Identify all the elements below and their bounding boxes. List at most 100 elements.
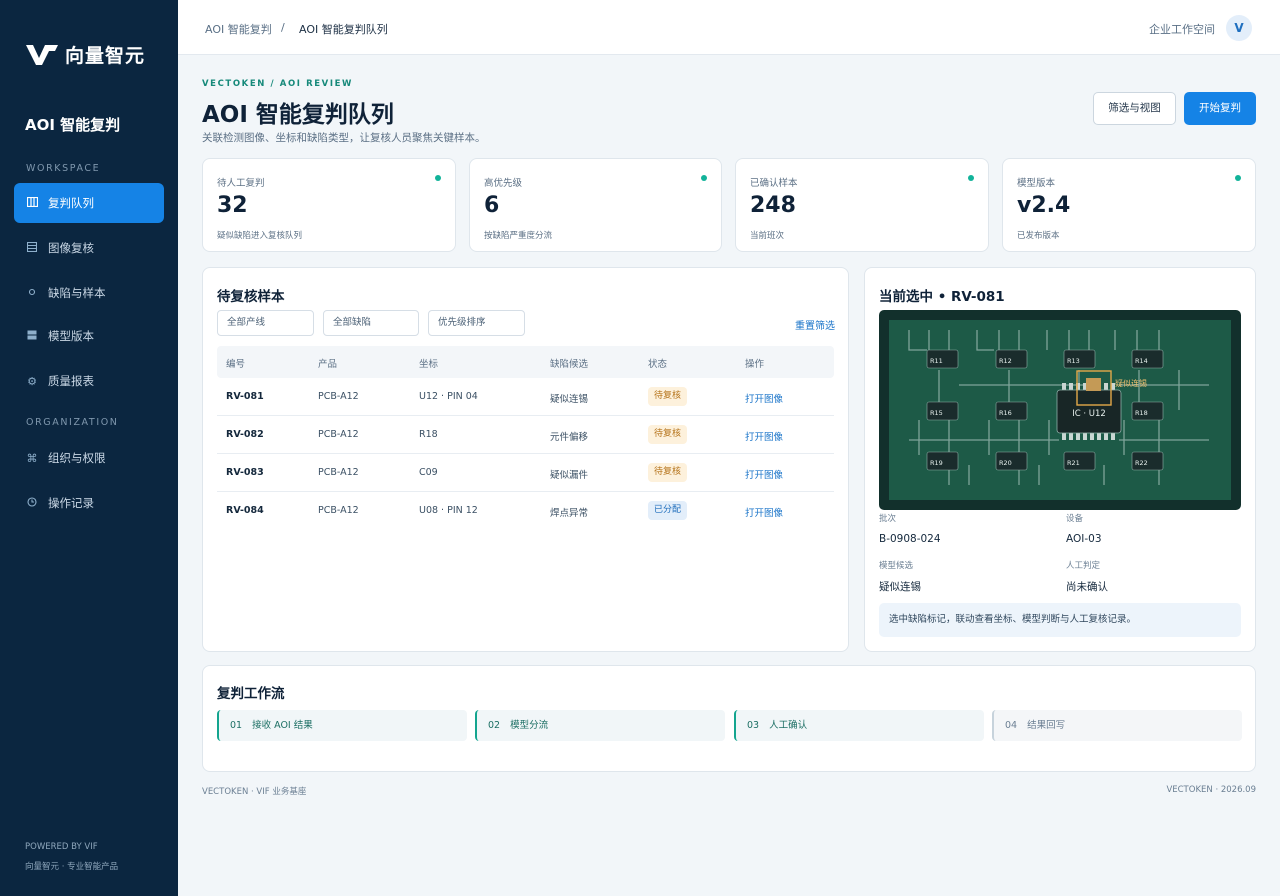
column-header: 产品: [318, 359, 338, 370]
breadcrumb-current: AOI 智能复判队列: [299, 23, 388, 36]
sidebar-item-label: 复判队列: [48, 196, 94, 210]
workflow-step-manual-confirm[interactable]: 03 人工确认: [734, 710, 984, 741]
brand-name: 向量智元: [65, 45, 146, 67]
sidebar-item-image-review[interactable]: 图像复核: [14, 228, 164, 268]
step-label: 接收 AOI 结果: [252, 720, 313, 731]
reset-filters-link[interactable]: 重置筛选: [795, 317, 835, 332]
open-image-link[interactable]: 打开图像: [745, 429, 783, 443]
sidebar-item-review-queue[interactable]: 复判队列: [14, 183, 164, 223]
table-row[interactable]: RV-081 PCB-A12 U12 · PIN 04 疑似连锡 待复核 打开图…: [217, 378, 834, 416]
row-coordinate: U12 · PIN 04: [419, 391, 478, 402]
row-coordinate: C09: [419, 467, 438, 478]
sidebar-item-operation-log[interactable]: 操作记录: [14, 483, 164, 523]
priority-sort-select[interactable]: 优先级排序: [428, 310, 525, 336]
sidebar-item-label: 缺陷与样本: [48, 286, 106, 300]
table-row[interactable]: RV-084 PCB-A12 U08 · PIN 12 焊点异常 已分配 打开图…: [217, 492, 834, 530]
logo-v-icon: [26, 44, 58, 65]
sidebar-item-label: 模型版本: [48, 329, 94, 343]
row-product: PCB-A12: [318, 429, 359, 440]
topbar: AOI 智能复判 / AOI 智能复判队列 企业工作空间 V: [178, 0, 1280, 55]
stat-card-model: 模型版本 v2.4 已发布版本: [1002, 158, 1256, 252]
step-number: 02: [488, 720, 501, 731]
workflow-step-write-back[interactable]: 04 结果回写: [992, 710, 1242, 741]
stat-card-priority: 高优先级 6 按缺陷严重度分流: [469, 158, 722, 252]
device-value: AOI-03: [1066, 533, 1102, 545]
step-label: 结果回写: [1027, 720, 1066, 731]
gear-icon: ⚙: [27, 374, 37, 388]
row-defect: 元件偏移: [550, 432, 589, 443]
column-header: 状态: [648, 359, 668, 370]
workflow-title: 复判工作流: [217, 686, 285, 702]
image-list-icon: [26, 241, 38, 255]
open-image-link[interactable]: 打开图像: [745, 505, 783, 519]
breadcrumb-root[interactable]: AOI 智能复判: [205, 21, 272, 37]
stat-label: 模型版本: [1017, 178, 1056, 189]
component-label: R19: [930, 459, 943, 467]
batch-value: B-0908-024: [879, 533, 941, 545]
grid-icon: [26, 330, 38, 343]
row-coordinate: U08 · PIN 12: [419, 505, 478, 516]
stat-card-pending: 待人工复判 32 疑似缺陷进入复核队列: [202, 158, 456, 252]
sidebar-item-label: 组织与权限: [48, 451, 106, 465]
stat-card-confirmed: 已确认样本 248 当前班次: [735, 158, 989, 252]
queue-title: 待复核样本: [217, 289, 285, 305]
component-label: R11: [930, 357, 943, 365]
workflow-step-receive[interactable]: 01 接收 AOI 结果: [217, 710, 467, 741]
start-review-button[interactable]: 开始复判: [1184, 92, 1256, 125]
status-dot-icon: [435, 175, 441, 181]
row-product: PCB-A12: [318, 391, 359, 402]
pcb-inspection-image[interactable]: R11 R12 R13 R14 R15 R16 R18 R19 R20 R21 …: [879, 310, 1241, 510]
sidebar-item-quality-reports[interactable]: ⚙ 质量报表: [14, 361, 164, 401]
stat-note: 疑似缺陷进入复核队列: [217, 231, 303, 241]
component-label: R15: [930, 409, 943, 417]
stat-value: 32: [217, 193, 248, 218]
page-eyebrow: VECTOKEN / AOI REVIEW: [202, 79, 353, 89]
component-label: R14: [1135, 357, 1148, 365]
line-filter-select[interactable]: 全部产线: [217, 310, 314, 336]
step-label: 模型分流: [510, 720, 549, 731]
row-defect: 疑似漏件: [550, 470, 589, 481]
sidebar-item-model-versions[interactable]: 模型版本: [14, 316, 164, 356]
workspace-switcher[interactable]: 企业工作空间: [1149, 21, 1215, 37]
manual-judgement-label: 人工判定: [1066, 561, 1101, 571]
table-row[interactable]: RV-083 PCB-A12 C09 疑似漏件 待复核 打开图像: [217, 454, 834, 492]
stat-value: v2.4: [1017, 193, 1071, 218]
component-label: R16: [999, 409, 1012, 417]
stat-value: 6: [484, 193, 500, 218]
avatar[interactable]: V: [1226, 15, 1252, 41]
component-label: R22: [1135, 459, 1148, 467]
selected-sample-card: 当前选中 • RV-081 R11 R12 R13 R14 R15 R16 R1…: [864, 267, 1256, 652]
status-dot-icon: [968, 175, 974, 181]
stat-label: 高优先级: [484, 178, 523, 189]
footer-right: VECTOKEN · 2026.09: [1166, 785, 1256, 795]
status-badge: 待复核: [648, 463, 688, 482]
stat-value: 248: [750, 193, 796, 218]
component-label: R12: [999, 357, 1012, 365]
selection-tip: 选中缺陷标记，联动查看坐标、模型判断与人工复核记录。: [879, 603, 1241, 637]
sidebar-item-org-permissions[interactable]: ⌘ 组织与权限: [14, 438, 164, 478]
open-image-link[interactable]: 打开图像: [745, 391, 783, 405]
filter-view-button[interactable]: 筛选与视图: [1093, 92, 1176, 125]
row-id: RV-081: [226, 391, 264, 402]
powered-by: POWERED BY VIF: [25, 842, 98, 852]
row-id: RV-082: [226, 429, 264, 440]
workflow-step-model-triage[interactable]: 02 模型分流: [475, 710, 725, 741]
stat-note: 已发布版本: [1017, 231, 1060, 241]
table-row[interactable]: RV-082 PCB-A12 R18 元件偏移 待复核 打开图像: [217, 416, 834, 454]
status-dot-icon: [1235, 175, 1241, 181]
brand-logo[interactable]: 向量智元: [25, 41, 145, 68]
defect-filter-select[interactable]: 全部缺陷: [323, 310, 419, 336]
model-candidate-value: 疑似连锡: [879, 581, 921, 593]
model-candidate-label: 模型候选: [879, 561, 914, 571]
review-queue-card: 待复核样本 全部产线 全部缺陷 优先级排序 重置筛选 编号 产品 坐标 缺陷候选…: [202, 267, 849, 652]
row-product: PCB-A12: [318, 505, 359, 516]
step-number: 03: [747, 720, 760, 731]
row-coordinate: R18: [419, 429, 438, 440]
open-image-link[interactable]: 打开图像: [745, 467, 783, 481]
columns-icon: [26, 196, 38, 210]
selected-title: 当前选中 • RV-081: [879, 289, 1005, 305]
manual-judgement-value: 尚未确认: [1066, 581, 1108, 593]
step-number: 01: [230, 720, 243, 731]
device-label: 设备: [1066, 514, 1084, 524]
sidebar-item-defects-samples[interactable]: 缺陷与样本: [14, 273, 164, 313]
